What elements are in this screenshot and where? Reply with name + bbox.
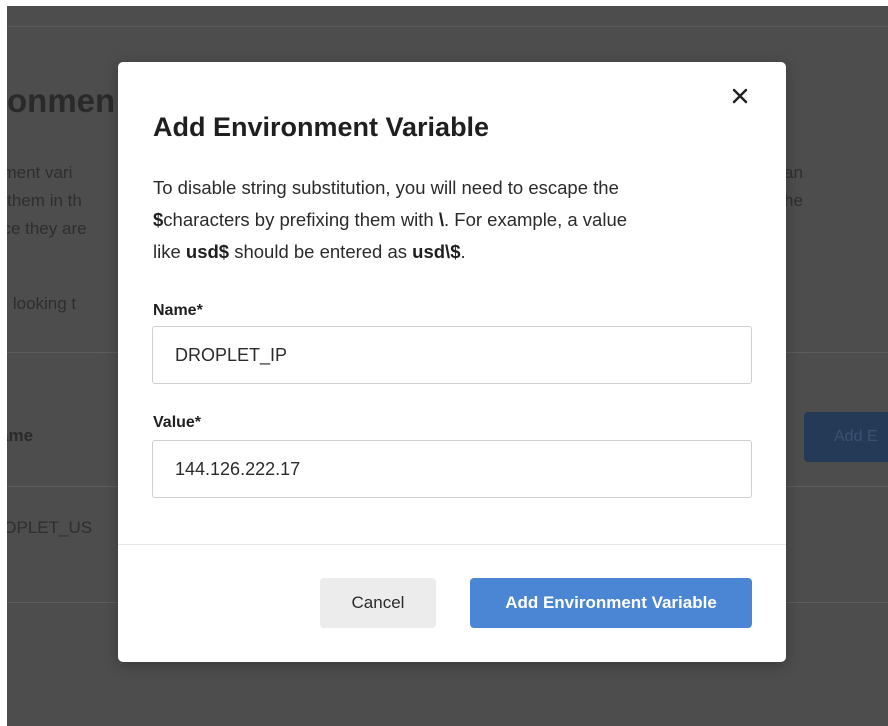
value-input[interactable]: [152, 440, 752, 498]
name-input[interactable]: [152, 326, 752, 384]
page-description-line: g them in th: [7, 191, 82, 210]
escaped-value-text: usd\$: [412, 241, 461, 262]
dialog-description: To disable string substitution, you will…: [153, 172, 753, 268]
page-description-line: nment vari: [7, 163, 73, 182]
name-label: Name*: [153, 302, 203, 319]
page-description-line: an: [784, 163, 803, 182]
value-label: Value*: [153, 414, 202, 431]
add-env-var-button: Add E: [804, 412, 888, 462]
example-value-text: usd$: [185, 241, 230, 262]
description-text: characters by prefixing them with: [163, 209, 439, 230]
description-text: To disable string substitution, you will…: [153, 177, 619, 198]
page-description-line: he: [784, 191, 803, 210]
page-title: ironmen: [7, 82, 116, 119]
page-help-text: re looking t: [7, 294, 77, 313]
close-button[interactable]: [726, 82, 754, 110]
cancel-button[interactable]: Cancel: [320, 578, 436, 628]
dollar-sign-text: $: [153, 209, 164, 230]
description-text: should be entered as: [229, 241, 413, 262]
dialog-title: Add Environment Variable: [153, 112, 490, 142]
header-divider: [7, 26, 888, 27]
page-description-line: nce they are: [7, 219, 87, 238]
page-description-right: an he: [784, 159, 803, 215]
description-text: like: [153, 241, 186, 262]
description-text: . For example, a value: [444, 209, 628, 230]
page-description: nment vari g them in th nce they are: [7, 159, 87, 243]
description-text: .: [460, 241, 466, 262]
add-environment-variable-button[interactable]: Add Environment Variable: [470, 578, 752, 628]
dialog-footer-divider: [118, 544, 786, 545]
close-icon: [732, 88, 748, 104]
table-header-name: ame: [7, 426, 34, 445]
table-row: ROPLET_US: [7, 518, 93, 537]
add-env-var-dialog: Add Environment Variable To disable stri…: [118, 62, 786, 662]
